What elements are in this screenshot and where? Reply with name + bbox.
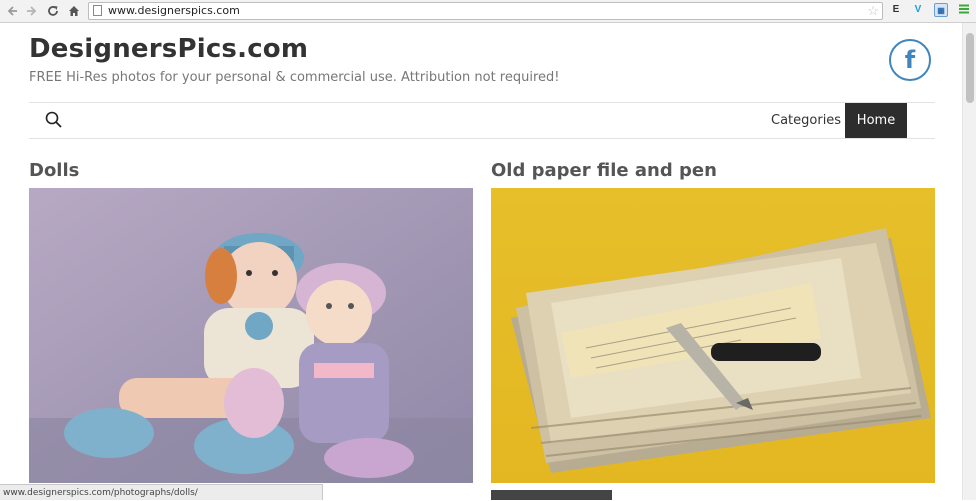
vimeo-icon[interactable]: V bbox=[911, 3, 925, 17]
address-bar[interactable]: www.designerspics.com ☆ bbox=[88, 2, 883, 20]
dolls-photo[interactable] bbox=[29, 188, 473, 483]
status-bar-url: www.designerspics.com/photographs/dolls/ bbox=[0, 484, 323, 500]
site-title[interactable]: DesignersPics.com bbox=[29, 34, 308, 64]
nav-item-categories[interactable]: Categories bbox=[771, 113, 841, 128]
nav-item-home[interactable]: Home bbox=[845, 103, 907, 138]
read-more-button[interactable] bbox=[491, 490, 612, 500]
vertical-scrollbar[interactable] bbox=[962, 23, 976, 500]
post-title-dolls[interactable]: Dolls bbox=[29, 160, 79, 181]
star-icon[interactable]: ☆ bbox=[867, 3, 879, 19]
main-navbar: Categories Home bbox=[29, 102, 935, 139]
back-arrow-icon[interactable] bbox=[4, 3, 20, 19]
menu-icon[interactable] bbox=[957, 3, 971, 17]
reload-icon[interactable] bbox=[45, 3, 61, 19]
calendar-icon[interactable]: ▦ bbox=[934, 3, 948, 17]
forward-arrow-icon[interactable] bbox=[24, 3, 40, 19]
browser-toolbar: www.designerspics.com ☆ E V ▦ bbox=[0, 0, 976, 23]
scrollbar-thumb[interactable] bbox=[966, 33, 974, 103]
url-text[interactable]: www.designerspics.com bbox=[108, 4, 240, 18]
old-paper-photo[interactable] bbox=[491, 188, 935, 483]
site-tagline: FREE Hi-Res photos for your personal & c… bbox=[29, 70, 560, 85]
facebook-icon[interactable]: f bbox=[889, 39, 931, 81]
home-icon[interactable] bbox=[66, 3, 82, 19]
search-icon[interactable] bbox=[45, 111, 63, 134]
post-title-old-paper[interactable]: Old paper file and pen bbox=[491, 160, 717, 181]
evernote-icon[interactable]: E bbox=[889, 3, 903, 17]
page-icon bbox=[93, 5, 102, 16]
